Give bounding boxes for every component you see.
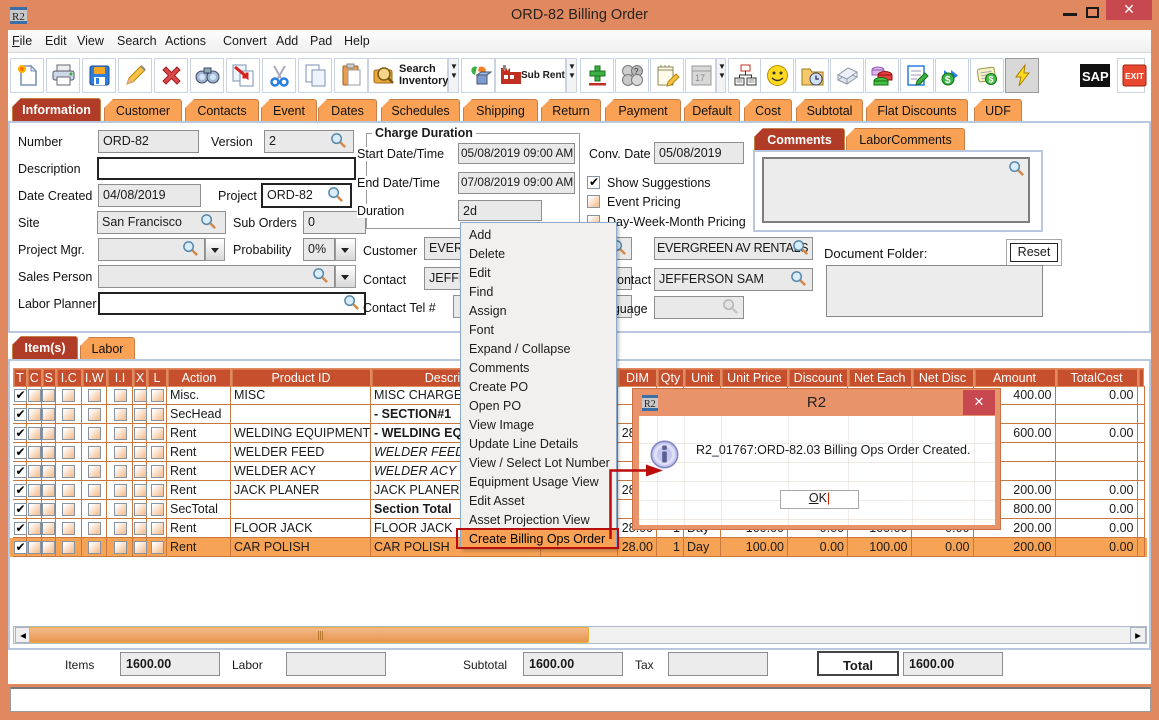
svg-text:17: 17 <box>695 73 705 83</box>
svg-text:$: $ <box>989 75 994 85</box>
svg-text:EXIT: EXIT <box>1125 71 1145 81</box>
svg-text:?: ? <box>634 67 639 76</box>
svg-text:SAP: SAP <box>1082 69 1109 84</box>
svg-text:$: $ <box>945 75 951 86</box>
